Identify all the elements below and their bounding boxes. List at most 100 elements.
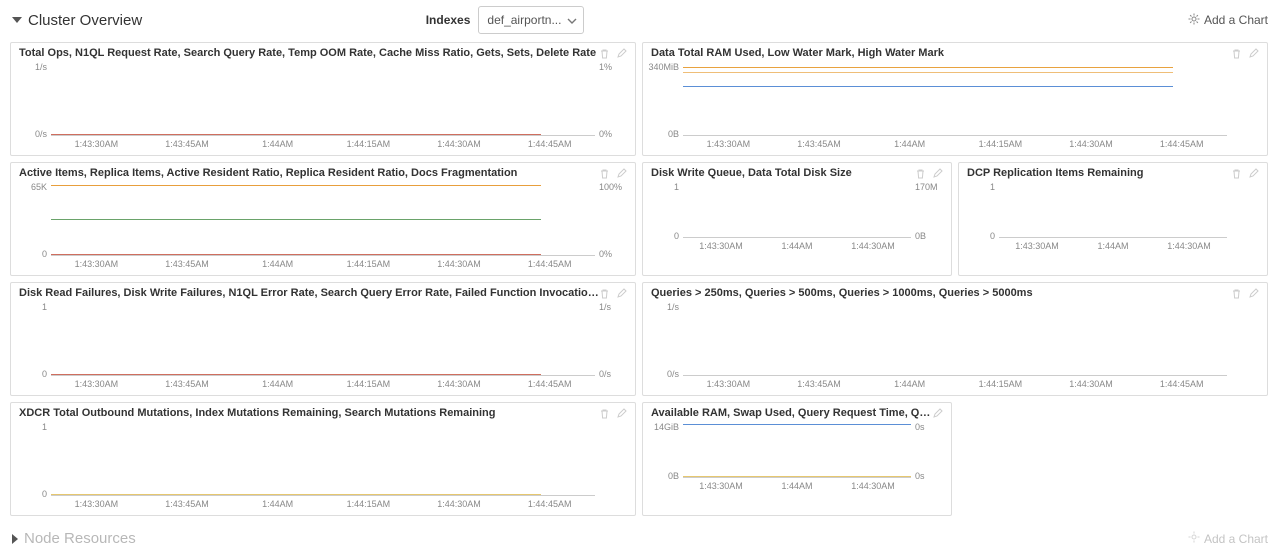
panel-title: Disk Write Queue, Data Total Disk Size — [651, 167, 915, 179]
chart-grid: Total Ops, N1QL Request Rate, Search Que… — [0, 42, 1280, 516]
y-right-max: 1% — [595, 62, 612, 72]
y-left-min: 0 — [990, 231, 999, 241]
panel-data-ram: Data Total RAM Used, Low Water Mark, Hig… — [642, 42, 1268, 156]
trash-icon[interactable] — [1231, 48, 1242, 59]
panel-title: Data Total RAM Used, Low Water Mark, Hig… — [651, 47, 1231, 59]
x-axis: 1:43:30AM1:43:45AM1:44AM1:44:15AM1:44:30… — [51, 256, 595, 269]
y-right-min: 0s — [911, 471, 925, 481]
y-left-max: 1 — [42, 422, 51, 432]
next-section-header: Node Resources Add a Chart — [0, 516, 1280, 547]
y-left-min: 0B — [668, 471, 683, 481]
x-axis: 1:43:30AM1:44AM1:44:30AM — [683, 238, 911, 251]
y-left-max: 65K — [31, 182, 51, 192]
chart-canvas[interactable]: 340MiB 0B — [683, 64, 1227, 136]
y-right-max: 100% — [595, 182, 622, 192]
add-chart-label: Add a Chart — [1204, 532, 1268, 546]
gear-icon — [1188, 531, 1200, 546]
y-right-min: 0B — [911, 231, 926, 241]
dropdown-value: def_airportn... — [487, 13, 561, 27]
caret-down-icon — [12, 17, 22, 23]
indexes-label: Indexes — [426, 13, 471, 27]
chart-canvas[interactable]: 1 0 1/s 0/s — [51, 304, 595, 376]
x-axis: 1:43:30AM1:43:45AM1:44AM1:44:15AM1:44:30… — [51, 376, 595, 389]
edit-icon[interactable] — [932, 408, 943, 419]
panel-title: Disk Read Failures, Disk Write Failures,… — [19, 287, 599, 299]
edit-icon[interactable] — [616, 48, 627, 59]
chart-canvas[interactable]: 1 0 — [999, 184, 1227, 238]
y-left-min: 0/s — [667, 369, 683, 379]
y-right-max: 170M — [911, 182, 938, 192]
trash-icon[interactable] — [599, 48, 610, 59]
panel-available-ram: Available RAM, Swap Used, Query Request … — [642, 402, 952, 516]
edit-icon[interactable] — [1248, 48, 1259, 59]
y-right-min: 0/s — [595, 369, 611, 379]
x-axis: 1:43:30AM1:44AM1:44:30AM — [683, 478, 911, 491]
trash-icon[interactable] — [1231, 168, 1242, 179]
y-left-max: 1 — [42, 302, 51, 312]
trash-icon[interactable] — [915, 168, 926, 179]
indexes-dropdown[interactable]: def_airportn... — [478, 6, 584, 34]
panel-total-ops: Total Ops, N1QL Request Rate, Search Que… — [10, 42, 636, 156]
y-left-max: 1 — [674, 182, 683, 192]
panel-title: Queries > 250ms, Queries > 500ms, Querie… — [651, 287, 1231, 299]
next-section-title: Node Resources — [24, 530, 136, 547]
panel-title: DCP Replication Items Remaining — [967, 167, 1231, 179]
chart-canvas[interactable]: 1 0 170M 0B — [683, 184, 911, 238]
trash-icon[interactable] — [1231, 288, 1242, 299]
panel-slow-queries: Queries > 250ms, Queries > 500ms, Querie… — [642, 282, 1268, 396]
y-right-max: 1/s — [595, 302, 611, 312]
section-toggle-node-resources[interactable]: Node Resources — [12, 530, 136, 547]
edit-icon[interactable] — [616, 408, 627, 419]
y-left-min: 0 — [42, 369, 51, 379]
chevron-down-icon — [567, 13, 577, 27]
y-left-min: 0/s — [35, 129, 51, 139]
x-axis: 1:43:30AM1:43:45AM1:44AM1:44:15AM1:44:30… — [683, 376, 1227, 389]
add-chart-button-bottom[interactable]: Add a Chart — [1188, 531, 1268, 546]
y-left-min: 0B — [668, 129, 683, 139]
section-title: Cluster Overview — [28, 12, 142, 29]
add-chart-button[interactable]: Add a Chart — [1188, 13, 1268, 28]
panel-xdcr: XDCR Total Outbound Mutations, Index Mut… — [10, 402, 636, 516]
panel-active-items: Active Items, Replica Items, Active Resi… — [10, 162, 636, 276]
chart-canvas[interactable]: 1/s 0/s — [683, 304, 1227, 376]
y-left-max: 1 — [990, 182, 999, 192]
y-left-max: 340MiB — [648, 62, 683, 72]
x-axis: 1:43:30AM1:44AM1:44:30AM — [999, 238, 1227, 251]
edit-icon[interactable] — [1248, 288, 1259, 299]
gear-icon — [1188, 13, 1200, 28]
y-left-max: 1/s — [667, 302, 683, 312]
chart-canvas[interactable]: 1/s 0/s 1% 0% — [51, 64, 595, 136]
edit-icon[interactable] — [616, 288, 627, 299]
trash-icon[interactable] — [599, 408, 610, 419]
trash-icon[interactable] — [599, 288, 610, 299]
y-right-max: 0s — [911, 422, 925, 432]
edit-icon[interactable] — [932, 168, 943, 179]
panel-title: Active Items, Replica Items, Active Resi… — [19, 167, 599, 179]
y-left-min: 0 — [674, 231, 683, 241]
y-left-min: 0 — [42, 489, 51, 499]
y-left-max: 14GiB — [654, 422, 683, 432]
y-left-max: 1/s — [35, 62, 51, 72]
y-right-min: 0% — [595, 249, 612, 259]
x-axis: 1:43:30AM1:43:45AM1:44AM1:44:15AM1:44:30… — [51, 496, 595, 509]
indexes-filter: Indexes def_airportn... — [426, 6, 585, 34]
chart-canvas[interactable]: 14GiB 0B 0s 0s — [683, 424, 911, 478]
panel-title: Total Ops, N1QL Request Rate, Search Que… — [19, 47, 599, 59]
section-toggle[interactable]: Cluster Overview — [12, 12, 142, 29]
chart-canvas[interactable]: 65K 0 100% 0% — [51, 184, 595, 256]
y-left-min: 0 — [42, 249, 51, 259]
panel-title: Available RAM, Swap Used, Query Request … — [651, 407, 932, 419]
caret-right-icon — [12, 534, 18, 544]
section-header: Cluster Overview Indexes def_airportn...… — [0, 0, 1280, 42]
edit-icon[interactable] — [616, 168, 627, 179]
panel-read-failures: Disk Read Failures, Disk Write Failures,… — [10, 282, 636, 396]
y-right-min: 0% — [595, 129, 612, 139]
panel-disk-write-queue: Disk Write Queue, Data Total Disk Size 1… — [642, 162, 952, 276]
panel-dcp-replication: DCP Replication Items Remaining 1 0 1:43… — [958, 162, 1268, 276]
panel-title: XDCR Total Outbound Mutations, Index Mut… — [19, 407, 599, 419]
edit-icon[interactable] — [1248, 168, 1259, 179]
x-axis: 1:43:30AM1:43:45AM1:44AM1:44:15AM1:44:30… — [683, 136, 1227, 149]
chart-canvas[interactable]: 1 0 — [51, 424, 595, 496]
add-chart-label: Add a Chart — [1204, 13, 1268, 27]
trash-icon[interactable] — [599, 168, 610, 179]
